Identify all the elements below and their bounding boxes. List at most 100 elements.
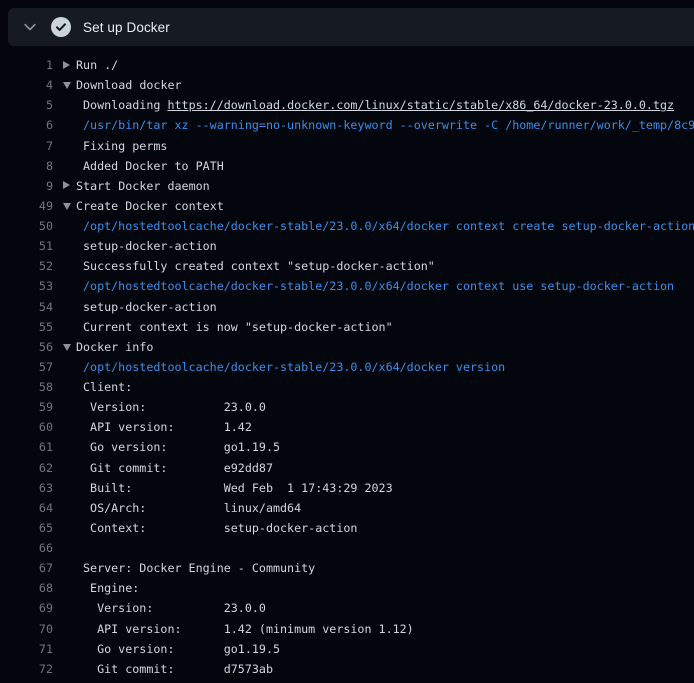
line-number[interactable]: 7 — [0, 136, 53, 156]
triangle-right-icon[interactable] — [63, 61, 70, 69]
line-number[interactable]: 8 — [0, 156, 53, 176]
log-row-68: 68 Engine: — [0, 578, 694, 598]
line-number[interactable]: 67 — [0, 558, 53, 578]
log-text: Version: 23.0.0 — [83, 601, 266, 615]
log-row-9[interactable]: 9 Start Docker daemon — [0, 176, 694, 196]
log-line-content: Context: setup-docker-action — [83, 518, 694, 538]
line-number[interactable]: 51 — [0, 236, 53, 256]
line-number[interactable]: 5 — [0, 95, 53, 115]
log-text: Git commit: d7573ab — [83, 662, 273, 676]
log-line-content: /opt/hostedtoolcache/docker-stable/23.0.… — [83, 216, 694, 236]
log-row-64: 64 OS/Arch: linux/amd64 — [0, 498, 694, 518]
log-row-6: 6/usr/bin/tar xz --warning=no-unknown-ke… — [0, 115, 694, 135]
group-title: Start Docker daemon — [76, 179, 210, 193]
log-row-50: 50/opt/hostedtoolcache/docker-stable/23.… — [0, 216, 694, 236]
log-link[interactable]: https://download.docker.com/linux/static… — [167, 98, 674, 112]
log-line-content: API version: 1.42 (minimum version 1.12) — [83, 619, 694, 639]
log-line-content: Successfully created context "setup-dock… — [83, 256, 694, 276]
log-line-content: Engine: — [83, 578, 694, 598]
line-number[interactable]: 54 — [0, 297, 53, 317]
line-number[interactable]: 71 — [0, 639, 53, 659]
log-row-63: 63 Built: Wed Feb 1 17:43:29 2023 — [0, 478, 694, 498]
line-number[interactable]: 63 — [0, 478, 53, 498]
log-row-67: 67 Server: Docker Engine - Community — [0, 558, 694, 578]
log-text: Fixing perms — [83, 139, 167, 153]
line-number[interactable]: 52 — [0, 256, 53, 276]
line-number[interactable]: 61 — [0, 437, 53, 457]
triangle-down-icon[interactable] — [63, 82, 71, 89]
log-line-content: setup-docker-action — [83, 236, 694, 256]
line-number[interactable]: 65 — [0, 518, 53, 538]
line-number[interactable]: 53 — [0, 276, 53, 296]
log-row-71: 71 Go version: go1.19.5 — [0, 639, 694, 659]
log-row-61: 61 Go version: go1.19.5 — [0, 437, 694, 457]
log-row-54: 54setup-docker-action — [0, 297, 694, 317]
log-row-69: 69 Version: 23.0.0 — [0, 598, 694, 618]
line-number[interactable]: 68 — [0, 578, 53, 598]
line-number[interactable]: 58 — [0, 377, 53, 397]
log-row-1[interactable]: 1 Run ./ — [0, 55, 694, 75]
group-title: Run ./ — [76, 58, 118, 72]
triangle-down-icon[interactable] — [63, 203, 71, 210]
log-line-content: Docker info — [76, 337, 694, 357]
check-circle-icon — [51, 17, 71, 37]
log-line-content: /usr/bin/tar xz --warning=no-unknown-key… — [83, 115, 694, 135]
log-row-4[interactable]: 4 Download docker — [0, 75, 694, 95]
log-line-content: /opt/hostedtoolcache/docker-stable/23.0.… — [83, 357, 694, 377]
log-line-content: Git commit: d7573ab — [83, 659, 694, 679]
log-text: OS/Arch: linux/amd64 — [83, 501, 301, 515]
log-line-content: API version: 1.42 — [83, 417, 694, 437]
line-number[interactable]: 69 — [0, 598, 53, 618]
log-container: 1 Run ./ 4 Download docker 5 Downloading http… — [0, 55, 694, 679]
log-row-56[interactable]: 56 Docker info — [0, 337, 694, 357]
chevron-down-icon[interactable] — [22, 19, 38, 35]
triangle-right-icon[interactable] — [63, 181, 70, 189]
log-text: Engine: — [83, 581, 139, 595]
line-number[interactable]: 50 — [0, 216, 53, 236]
group-title: Create Docker context — [76, 199, 224, 213]
log-line-content: Create Docker context — [76, 196, 694, 216]
line-number[interactable]: 9 — [0, 176, 53, 196]
line-number[interactable]: 6 — [0, 115, 53, 135]
line-number[interactable]: 49 — [0, 196, 53, 216]
log-text: Go version: go1.19.5 — [83, 440, 280, 454]
log-line-content: Server: Docker Engine - Community — [83, 558, 694, 578]
log-line-content: Version: 23.0.0 — [83, 397, 694, 417]
log-text: Version: 23.0.0 — [83, 400, 266, 414]
log-text: Added Docker to PATH — [83, 159, 224, 173]
line-number[interactable]: 66 — [0, 538, 53, 558]
line-number[interactable]: 72 — [0, 659, 53, 679]
log-row-65: 65 Context: setup-docker-action — [0, 518, 694, 538]
line-number[interactable]: 57 — [0, 357, 53, 377]
log-line-content: Downloading https://download.docker.com/… — [83, 95, 694, 115]
log-line-content: /opt/hostedtoolcache/docker-stable/23.0.… — [83, 276, 694, 296]
command-text: /opt/hostedtoolcache/docker-stable/23.0.… — [83, 360, 505, 374]
log-line-content: Start Docker daemon — [76, 176, 694, 196]
log-text: setup-docker-action — [83, 239, 217, 253]
line-number[interactable]: 70 — [0, 619, 53, 639]
log-row-5: 5 Downloading https://download.docker.com… — [0, 95, 694, 115]
log-row-7: 7 Fixing perms — [0, 136, 694, 156]
log-text: Built: Wed Feb 1 17:43:29 2023 — [83, 481, 393, 495]
line-number[interactable]: 1 — [0, 55, 53, 75]
line-number[interactable]: 56 — [0, 337, 53, 357]
log-row-70: 70 API version: 1.42 (minimum version 1.… — [0, 619, 694, 639]
line-number[interactable]: 64 — [0, 498, 53, 518]
log-row-49[interactable]: 49 Create Docker context — [0, 196, 694, 216]
triangle-down-icon[interactable] — [63, 344, 71, 351]
line-number[interactable]: 55 — [0, 317, 53, 337]
log-text: Git commit: e92dd87 — [83, 461, 273, 475]
line-number[interactable]: 62 — [0, 458, 53, 478]
step-header[interactable]: Set up Docker — [8, 8, 694, 46]
step-title: Set up Docker — [83, 20, 170, 35]
log-row-62: 62 Git commit: e92dd87 — [0, 458, 694, 478]
line-number[interactable]: 4 — [0, 75, 53, 95]
line-number[interactable]: 59 — [0, 397, 53, 417]
command-text: /usr/bin/tar xz --warning=no-unknown-key… — [83, 118, 694, 132]
line-number[interactable]: 60 — [0, 417, 53, 437]
log-line-content: Git commit: e92dd87 — [83, 458, 694, 478]
group-title: Docker info — [76, 340, 153, 354]
log-text: API version: 1.42 — [83, 420, 252, 434]
group-title: Download docker — [76, 78, 182, 92]
log-row-51: 51 setup-docker-action — [0, 236, 694, 256]
